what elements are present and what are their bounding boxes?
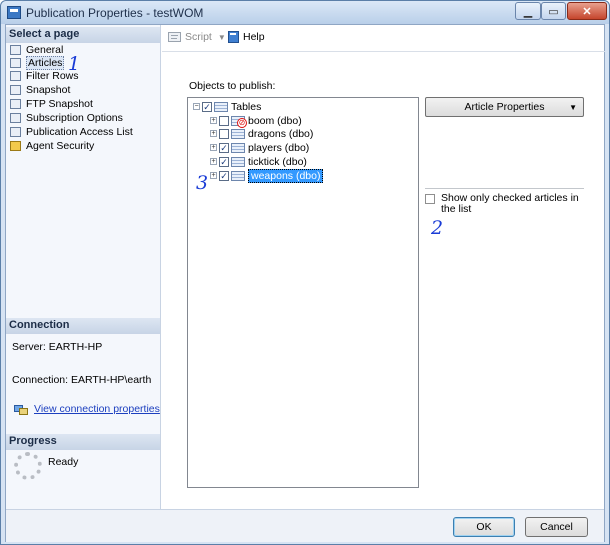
page-publication-access-list[interactable]: Publication Access List [10,125,133,138]
server-text: Server: EARTH-HP [12,341,103,353]
help-button[interactable]: Help [228,31,265,43]
connection-properties-icon [14,404,28,415]
annotation-1: 1 [68,53,81,75]
page-articles[interactable]: Articles [10,55,65,70]
tree-node-players[interactable]: + ✓ players (dbo) [210,141,309,154]
script-button[interactable]: Script ▼ [168,31,226,43]
snapshot-icon [10,84,21,95]
show-checked-only-option[interactable]: Show only checked articles in the list [425,193,583,215]
table-icon [231,156,245,167]
objects-to-publish-label: Objects to publish: [189,80,276,92]
ok-button[interactable]: OK [453,517,515,537]
expand-icon[interactable]: + [210,130,217,137]
tree-node-tables[interactable]: − ✓ Tables [193,100,261,113]
weapons-checkbox[interactable]: ✓ [219,170,229,181]
ftp-snapshot-icon [10,98,21,109]
table-icon [231,142,245,153]
select-page-header: Select a page [6,27,160,43]
progress-spinner-icon [14,452,42,480]
dropdown-arrow-icon: ▼ [569,102,577,112]
publication-icon [7,6,21,19]
cancel-button[interactable]: Cancel [525,517,588,537]
script-icon [168,32,181,42]
minimize-button[interactable]: ▁ [515,2,541,20]
expand-icon[interactable]: + [210,172,217,179]
expand-icon[interactable]: + [210,144,217,151]
annotation-3: 3 [196,172,209,194]
separator-line [425,188,584,189]
table-icon [231,128,245,139]
tree-node-ticktick[interactable]: + ✓ ticktick (dbo) [210,155,307,168]
players-checkbox[interactable]: ✓ [219,142,229,153]
toolbar: Script ▼ Help [162,25,605,52]
maximize-icon: ▭ [548,5,559,18]
page-snapshot[interactable]: Snapshot [10,83,70,96]
title-bar[interactable]: Publication Properties - testWOM ▁ ▭ ✕ [1,1,609,24]
tree-node-weapons[interactable]: + ✓ weapons (dbo) [210,168,324,183]
table-error-icon: ⊘ [231,115,247,128]
boom-checkbox[interactable] [219,115,229,126]
annotation-2: 2 [431,217,444,239]
progress-header: Progress [6,434,160,450]
connection-header: Connection [6,318,160,334]
page-agent-security[interactable]: Agent Security [10,139,94,152]
window-title: Publication Properties - testWOM [26,6,204,20]
ticktick-checkbox[interactable]: ✓ [219,156,229,167]
access-list-icon [10,126,21,137]
view-connection-properties-link[interactable]: View connection properties [14,403,160,415]
lock-icon [10,140,21,151]
close-icon: ✕ [582,5,592,18]
close-button[interactable]: ✕ [567,2,607,20]
dialog-body: Select a page General Articles Filter Ro… [5,24,605,542]
page-general[interactable]: General [10,43,63,56]
minimize-icon: ▁ [523,5,533,18]
subscription-icon [10,112,21,123]
expand-icon[interactable]: + [210,158,217,165]
expand-icon[interactable]: + [210,117,217,124]
connection-text: Connection: EARTH-HP\earth [12,374,152,386]
progress-status: Ready [48,456,79,468]
article-properties-dropdown[interactable]: Article Properties ▼ [425,97,584,117]
dialog-window: Publication Properties - testWOM ▁ ▭ ✕ S… [0,0,610,545]
dragons-checkbox[interactable] [219,128,229,139]
filter-icon [10,70,21,81]
collapse-icon[interactable]: − [193,103,200,110]
page-ftp-snapshot[interactable]: FTP Snapshot [10,97,93,110]
script-dropdown-icon[interactable]: ▼ [218,33,226,42]
left-pane: Select a page General Articles Filter Ro… [6,25,161,509]
help-icon [228,31,239,43]
maximize-button[interactable]: ▭ [541,2,566,20]
page-subscription-options[interactable]: Subscription Options [10,111,123,124]
tree-node-boom[interactable]: + ⊘ boom (dbo) [210,114,302,128]
table-folder-icon [214,101,228,112]
tree-node-dragons[interactable]: + dragons (dbo) [210,127,313,140]
objects-tree[interactable]: − ✓ Tables + ⊘ boom (dbo) + dragons (dbo… [187,97,419,488]
show-checked-only-checkbox[interactable] [425,194,435,204]
articles-icon [10,57,21,68]
tables-checkbox[interactable]: ✓ [202,101,212,112]
properties-icon [10,44,21,55]
table-icon [231,170,245,181]
